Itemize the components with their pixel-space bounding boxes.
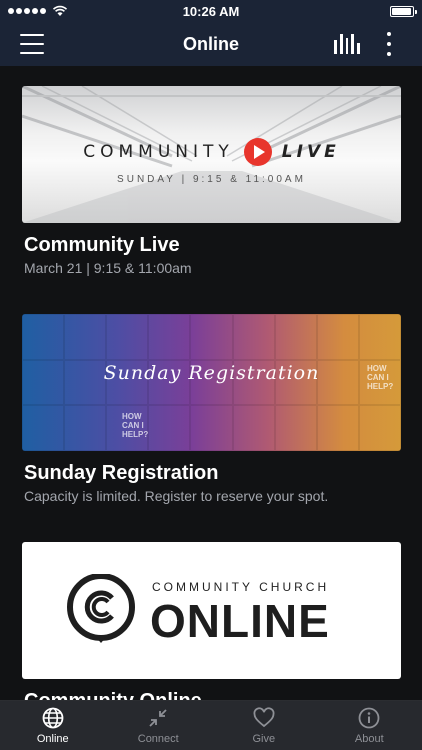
live-word-live: LIVE [281,142,340,162]
community-church-logo-icon [67,574,135,643]
community-live-image: COMMUNITY LIVE SUNDAY | 9:15 & 11:00AM [22,86,401,223]
card-title: Community Live [24,234,180,256]
tab-label: Give [252,733,276,745]
card-subtitle: March 21 | 9:15 & 11:00am [24,260,192,276]
card-subtitle: Capacity is limited. Register to reserve… [24,488,329,504]
tab-bar: Online Connect Give About [0,700,422,750]
live-times-text: SUNDAY | 9:15 & 11:00AM [117,174,306,185]
tab-online[interactable]: Online [0,701,106,750]
heart-icon [253,707,275,728]
live-word-community: COMMUNITY [83,142,234,162]
community-church-text: COMMUNITY CHURCH [152,580,330,594]
signal-strength-icon [8,8,46,14]
tab-label: Connect [137,733,179,745]
menu-icon[interactable] [20,34,44,54]
card-community-online[interactable]: COMMUNITY CHURCH ONLINE Community Online [22,542,401,700]
connect-icon [149,709,167,727]
more-options-icon[interactable] [384,32,394,56]
nav-bar: Online [0,22,422,66]
community-online-image: COMMUNITY CHURCH ONLINE [22,542,401,679]
card-title: Community Online [24,690,401,700]
audio-bars-icon[interactable] [334,34,360,54]
tab-connect[interactable]: Connect [106,701,212,750]
card-community-live[interactable]: COMMUNITY LIVE SUNDAY | 9:15 & 11:00AM C… [22,86,401,276]
sunday-registration-image: Sunday Registration HOW CAN I HELP? HOW … [22,314,401,451]
card-title: Sunday Registration [24,462,219,484]
online-logo-text: ONLINE [150,595,330,647]
globe-icon [42,707,64,729]
content-feed[interactable]: COMMUNITY LIVE SUNDAY | 9:15 & 11:00AM C… [0,66,422,700]
help-sign-text: HOW CAN I HELP? [367,364,394,391]
tab-about[interactable]: About [317,701,422,750]
tab-label: About [354,733,384,745]
battery-level [392,7,411,15]
live-logo: COMMUNITY LIVE [22,138,401,166]
wifi-icon [52,5,68,16]
play-icon [243,138,272,166]
tab-label: Online [36,733,69,745]
info-icon [358,707,380,729]
registration-script-text: Sunday Registration [103,362,320,384]
page-title: Online [182,33,239,54]
card-sunday-registration[interactable]: Sunday Registration HOW CAN I HELP? HOW … [22,314,401,504]
tab-give[interactable]: Give [211,701,317,750]
help-sign-text: HOW CAN I HELP? [122,412,149,439]
status-bar: 10:26 AM [0,0,422,22]
signal-area [8,5,68,17]
battery-icon [390,5,417,17]
